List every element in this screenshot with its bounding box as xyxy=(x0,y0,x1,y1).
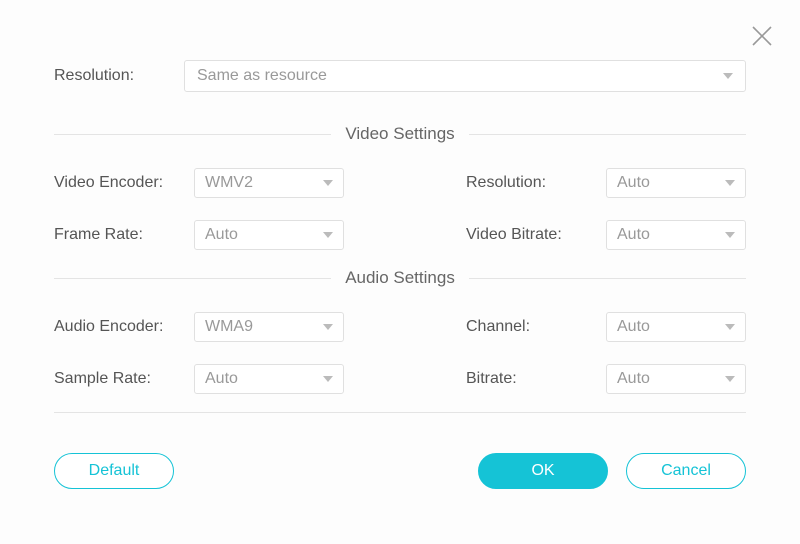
divider xyxy=(469,134,746,135)
top-resolution-label: Resolution: xyxy=(54,67,184,85)
frame-rate-select[interactable]: Auto xyxy=(194,220,344,250)
audio-bitrate-value: Auto xyxy=(617,370,650,388)
chevron-down-icon xyxy=(725,376,735,382)
chevron-down-icon xyxy=(323,376,333,382)
top-resolution-select[interactable]: Same as resource xyxy=(184,60,746,92)
video-resolution-value: Auto xyxy=(617,174,650,192)
video-resolution-select[interactable]: Auto xyxy=(606,168,746,198)
audio-encoder-select[interactable]: WMA9 xyxy=(194,312,344,342)
close-button[interactable] xyxy=(750,24,774,48)
audio-settings-header: Audio Settings xyxy=(54,268,746,288)
divider xyxy=(469,278,746,279)
chevron-down-icon xyxy=(323,232,333,238)
video-bitrate-value: Auto xyxy=(617,226,650,244)
channel-value: Auto xyxy=(617,318,650,336)
chevron-down-icon xyxy=(323,324,333,330)
cancel-button-label: Cancel xyxy=(661,462,711,480)
default-button[interactable]: Default xyxy=(54,453,174,489)
chevron-down-icon xyxy=(323,180,333,186)
channel-label: Channel: xyxy=(466,318,606,336)
close-icon xyxy=(750,24,774,48)
video-encoder-label: Video Encoder: xyxy=(54,174,194,192)
ok-button-label: OK xyxy=(531,462,554,480)
video-encoder-value: WMV2 xyxy=(205,174,253,192)
divider xyxy=(54,278,331,279)
default-button-label: Default xyxy=(89,462,140,480)
frame-rate-label: Frame Rate: xyxy=(54,226,194,244)
chevron-down-icon xyxy=(723,73,733,79)
ok-button[interactable]: OK xyxy=(478,453,608,489)
divider xyxy=(54,412,746,413)
audio-bitrate-label: Bitrate: xyxy=(466,370,606,388)
cancel-button[interactable]: Cancel xyxy=(626,453,746,489)
divider xyxy=(54,134,331,135)
audio-encoder-label: Audio Encoder: xyxy=(54,318,194,336)
video-bitrate-label: Video Bitrate: xyxy=(466,226,606,244)
video-resolution-label: Resolution: xyxy=(466,174,606,192)
video-encoder-select[interactable]: WMV2 xyxy=(194,168,344,198)
sample-rate-label: Sample Rate: xyxy=(54,370,194,388)
chevron-down-icon xyxy=(725,232,735,238)
video-settings-title: Video Settings xyxy=(331,124,468,144)
top-resolution-value: Same as resource xyxy=(197,67,327,85)
sample-rate-select[interactable]: Auto xyxy=(194,364,344,394)
audio-bitrate-select[interactable]: Auto xyxy=(606,364,746,394)
audio-settings-title: Audio Settings xyxy=(331,268,469,288)
sample-rate-value: Auto xyxy=(205,370,238,388)
frame-rate-value: Auto xyxy=(205,226,238,244)
audio-encoder-value: WMA9 xyxy=(205,318,253,336)
chevron-down-icon xyxy=(725,324,735,330)
channel-select[interactable]: Auto xyxy=(606,312,746,342)
chevron-down-icon xyxy=(725,180,735,186)
video-bitrate-select[interactable]: Auto xyxy=(606,220,746,250)
video-settings-header: Video Settings xyxy=(54,124,746,144)
